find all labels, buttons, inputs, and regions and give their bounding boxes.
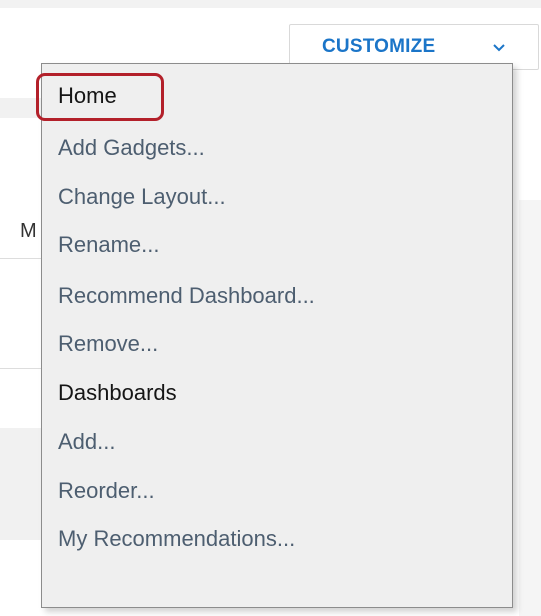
menu-item-my-recommendations[interactable]: My Recommendations...	[58, 526, 295, 552]
menu-header-dashboards: Dashboards	[58, 380, 177, 405]
menu-header-home: Home	[58, 83, 117, 108]
menu-item-change-layout[interactable]: Change Layout...	[58, 184, 226, 210]
menu-item-add[interactable]: Add...	[58, 429, 115, 455]
menu-item-reorder[interactable]: Reorder...	[58, 478, 155, 504]
screen: M CUSTOMIZE Home Add Gadgets... Change L…	[0, 0, 541, 616]
menu-item-rename[interactable]: Rename...	[58, 232, 160, 258]
background-text-fragment: M	[20, 220, 37, 242]
menu-item-add-gadgets[interactable]: Add Gadgets...	[58, 135, 205, 161]
customize-dropdown-menu: Home Add Gadgets... Change Layout... Ren…	[41, 63, 513, 608]
page-header-strip	[0, 0, 541, 8]
customize-label: CUSTOMIZE	[322, 36, 436, 57]
background-panel	[519, 200, 541, 616]
chevron-down-icon	[493, 44, 505, 52]
menu-item-recommend-dashboard[interactable]: Recommend Dashboard...	[58, 283, 315, 309]
menu-item-remove[interactable]: Remove...	[58, 331, 158, 357]
